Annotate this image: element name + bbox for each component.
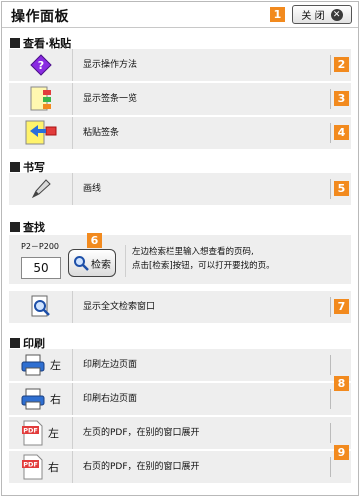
row-sticky-list[interactable]: 显示签条一览 3: [9, 83, 351, 116]
paste-sticky-arrow-icon: [9, 117, 73, 149]
printer-icon: [21, 388, 45, 410]
badge-6: 6: [87, 233, 102, 248]
section-find: 查找: [10, 219, 45, 235]
svg-text:PDF: PDF: [23, 461, 38, 469]
side-label: 右: [50, 393, 61, 406]
divider: [330, 423, 331, 443]
close-button-label: 关 闭: [301, 11, 325, 22]
page-search-row: P2－P200 50 检索 左边检索栏里输入想查看的页码, 点击[检索]按钮，可…: [9, 235, 351, 285]
section-square-icon: [10, 222, 20, 232]
sticky-notes-list-icon: [9, 83, 73, 115]
magnifier-icon: [74, 256, 89, 271]
row-label: 粘贴签条: [83, 128, 120, 138]
badge-2: 2: [334, 57, 349, 72]
row-icon-cell: 右: [9, 383, 73, 415]
row-pdf-right[interactable]: PDF 右 右页的PDF，在别的窗口展开: [9, 451, 351, 484]
search-description: 左边检索栏里输入想查看的页码, 点击[检索]按钮，可以打开要找的页。: [125, 245, 275, 277]
divider: [330, 355, 331, 375]
row-label: 显示操作方法: [83, 60, 138, 70]
divider: [330, 297, 331, 317]
divider: [330, 389, 331, 409]
divider: [330, 179, 331, 199]
search-description-line2: 点击[检索]按钮，可以打开要找的页。: [132, 261, 275, 271]
badge-1: 1: [270, 7, 285, 22]
row-icon-cell: PDF 左: [9, 417, 73, 449]
panel-header: 操作面板 1 关 闭 ✕: [2, 2, 358, 28]
side-label: 左: [48, 427, 59, 440]
row-print-right[interactable]: 右 印刷右边页面: [9, 383, 351, 416]
section-square-icon: [10, 38, 20, 48]
section-square-icon: [10, 162, 20, 172]
section-find-title: 查找: [23, 221, 45, 234]
badge-4: 4: [334, 125, 349, 140]
pencil-icon: [9, 173, 73, 205]
pdf-file-icon: PDF: [22, 454, 43, 480]
row-label: 印刷左边页面: [83, 360, 138, 370]
close-icon: ✕: [330, 8, 343, 21]
printer-icon: [21, 354, 45, 376]
search-button-label: 检索: [91, 259, 111, 271]
badge-3: 3: [334, 91, 349, 106]
row-draw-line[interactable]: 画线 5: [9, 173, 351, 206]
badge-7: 7: [334, 299, 349, 314]
page-range-label: P2－P200: [21, 242, 60, 251]
operation-panel: 操作面板 1 关 闭 ✕ 查看·粘贴 ? 显示操作方法 2 显示签条一览 3 粘…: [1, 1, 359, 496]
badge-8: 8: [334, 376, 349, 391]
side-label: 左: [50, 359, 61, 372]
row-print-left[interactable]: 左 印刷左边页面: [9, 349, 351, 382]
row-paste-sticky[interactable]: 粘贴签条 4: [9, 117, 351, 150]
row-pdf-left[interactable]: PDF 左 左页的PDF，在别的窗口展开: [9, 417, 351, 450]
svg-text:PDF: PDF: [23, 427, 38, 435]
divider: [330, 89, 331, 109]
page-number-input[interactable]: 50: [21, 257, 61, 279]
pdf-file-icon: PDF: [22, 420, 43, 446]
search-button[interactable]: 检索: [68, 249, 116, 277]
row-label: 印刷右边页面: [83, 394, 138, 404]
side-label: 右: [48, 461, 59, 474]
badge-5: 5: [334, 181, 349, 196]
search-description-line1: 左边检索栏里输入想查看的页码,: [132, 247, 254, 257]
divider: [330, 457, 331, 477]
row-label: 左页的PDF，在别的窗口展开: [83, 428, 200, 438]
divider: [330, 123, 331, 143]
divider: [330, 55, 331, 75]
row-fulltext-search[interactable]: 显示全文检索窗口 7: [9, 291, 351, 324]
row-icon-cell: 左: [9, 349, 73, 381]
row-show-help[interactable]: ? 显示操作方法 2: [9, 49, 351, 82]
row-label: 画线: [83, 184, 102, 194]
help-diamond-icon: ?: [9, 49, 73, 81]
panel-title: 操作面板: [11, 9, 69, 25]
row-label: 右页的PDF，在别的窗口展开: [83, 462, 200, 472]
badge-9: 9: [334, 445, 349, 460]
section-square-icon: [10, 338, 20, 348]
row-icon-cell: PDF 右: [9, 451, 73, 483]
svg-text:?: ?: [37, 59, 43, 72]
row-label: 显示签条一览: [83, 94, 138, 104]
document-search-icon: [9, 291, 73, 323]
close-button[interactable]: 关 闭 ✕: [292, 5, 352, 24]
row-label: 显示全文检索窗口: [83, 302, 156, 312]
